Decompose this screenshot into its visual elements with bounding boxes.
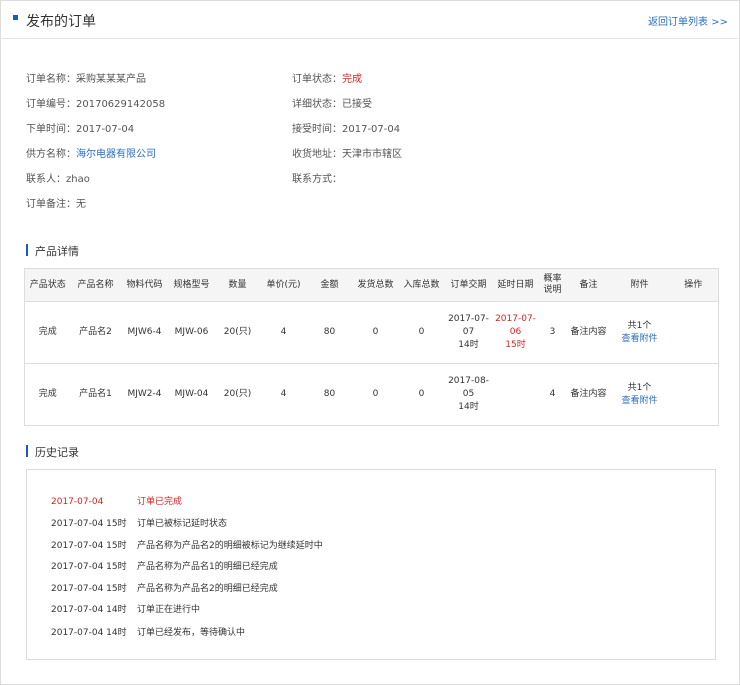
column-header: 数量 bbox=[214, 268, 261, 302]
view-attachment-link[interactable]: 查看附件 bbox=[621, 396, 657, 406]
order-time-field: 下单时间：2017-07-04 bbox=[26, 124, 135, 135]
history-item: 2017-07-04 15时 产品名称为产品名1的明细已经完成 bbox=[51, 562, 278, 572]
column-header: 备注 bbox=[566, 268, 611, 302]
order-number-field: 订单编号：20170629142058 bbox=[26, 99, 166, 110]
section-marker-icon bbox=[26, 244, 28, 256]
column-header: 发货总数 bbox=[352, 268, 399, 302]
history-item: 2017-07-04 15时 订单已被标记延时状态 bbox=[51, 519, 228, 529]
column-header: 操作 bbox=[668, 268, 719, 302]
column-header: 概率 说明 bbox=[538, 268, 567, 302]
title-marker-icon bbox=[13, 15, 18, 20]
column-header: 产品状态 bbox=[24, 268, 71, 302]
history-panel: 2017-07-04 订单已完成 2017-07-04 15时 订单已被标记延时状态… bbox=[26, 469, 716, 660]
history-item: 2017-07-04 15时 产品名称为产品名2的明细已经完成 bbox=[51, 584, 278, 594]
history-item: 2017-07-04 订单已完成 bbox=[51, 497, 183, 507]
column-header: 规格型号 bbox=[168, 268, 215, 302]
order-remark-field: 订单备注：无 bbox=[26, 199, 86, 210]
view-attachment-link[interactable]: 查看附件 bbox=[621, 334, 657, 344]
column-header: 入库总数 bbox=[398, 268, 445, 302]
column-header: 订单交期 bbox=[444, 268, 493, 302]
back-to-orders-link[interactable]: 返回订单列表 >> bbox=[648, 13, 728, 28]
supplier-field: 供方名称：海尔电器有限公司 bbox=[26, 149, 156, 160]
product-table: 产品状态 产品名称 物料代码 规格型号 数量 单价(元) 金额 发货总数 入库总… bbox=[24, 268, 719, 426]
supplier-link[interactable]: 海尔电器有限公司 bbox=[76, 149, 156, 160]
table-row: 完成 产品名1 MJW2-4 MJW-04 20(只) 4 80 0 0 201… bbox=[24, 363, 719, 426]
page-title: 发布的订单 bbox=[26, 14, 96, 30]
column-header: 产品名称 bbox=[70, 268, 121, 302]
contact-method-field: 联系方式： bbox=[292, 174, 342, 185]
accept-time-field: 接受时间：2017-07-04 bbox=[292, 124, 401, 135]
page-header: 发布的订单 返回订单列表 >> bbox=[0, 0, 738, 39]
history-item: 2017-07-04 14时 订单已经发布，等待确认中 bbox=[51, 628, 246, 638]
section-marker-icon bbox=[26, 445, 28, 457]
detail-status-field: 详细状态：已接受 bbox=[292, 99, 372, 110]
table-header-row: 产品状态 产品名称 物料代码 规格型号 数量 单价(元) 金额 发货总数 入库总… bbox=[24, 268, 719, 302]
contact-person-field: 联系人：zhao bbox=[26, 174, 90, 185]
column-header: 单价(元) bbox=[260, 268, 307, 302]
column-header: 附件 bbox=[610, 268, 669, 302]
table-row: 完成 产品名2 MJW6-4 MJW-06 20(只) 4 80 0 0 201… bbox=[24, 301, 719, 364]
history-item: 2017-07-04 14时 订单正在进行中 bbox=[51, 605, 201, 615]
column-header: 物料代码 bbox=[120, 268, 169, 302]
history-item: 2017-07-04 15时 产品名称为产品名2的明细被标记为继续延时中 bbox=[51, 541, 323, 551]
delivery-address-field: 收货地址：天津市市辖区 bbox=[292, 149, 402, 160]
order-status-field: 订单状态：完成 bbox=[292, 74, 362, 85]
column-header: 金额 bbox=[306, 268, 353, 302]
order-name-field: 订单名称：采购某某某产品 bbox=[26, 74, 146, 85]
column-header: 延时日期 bbox=[492, 268, 539, 302]
